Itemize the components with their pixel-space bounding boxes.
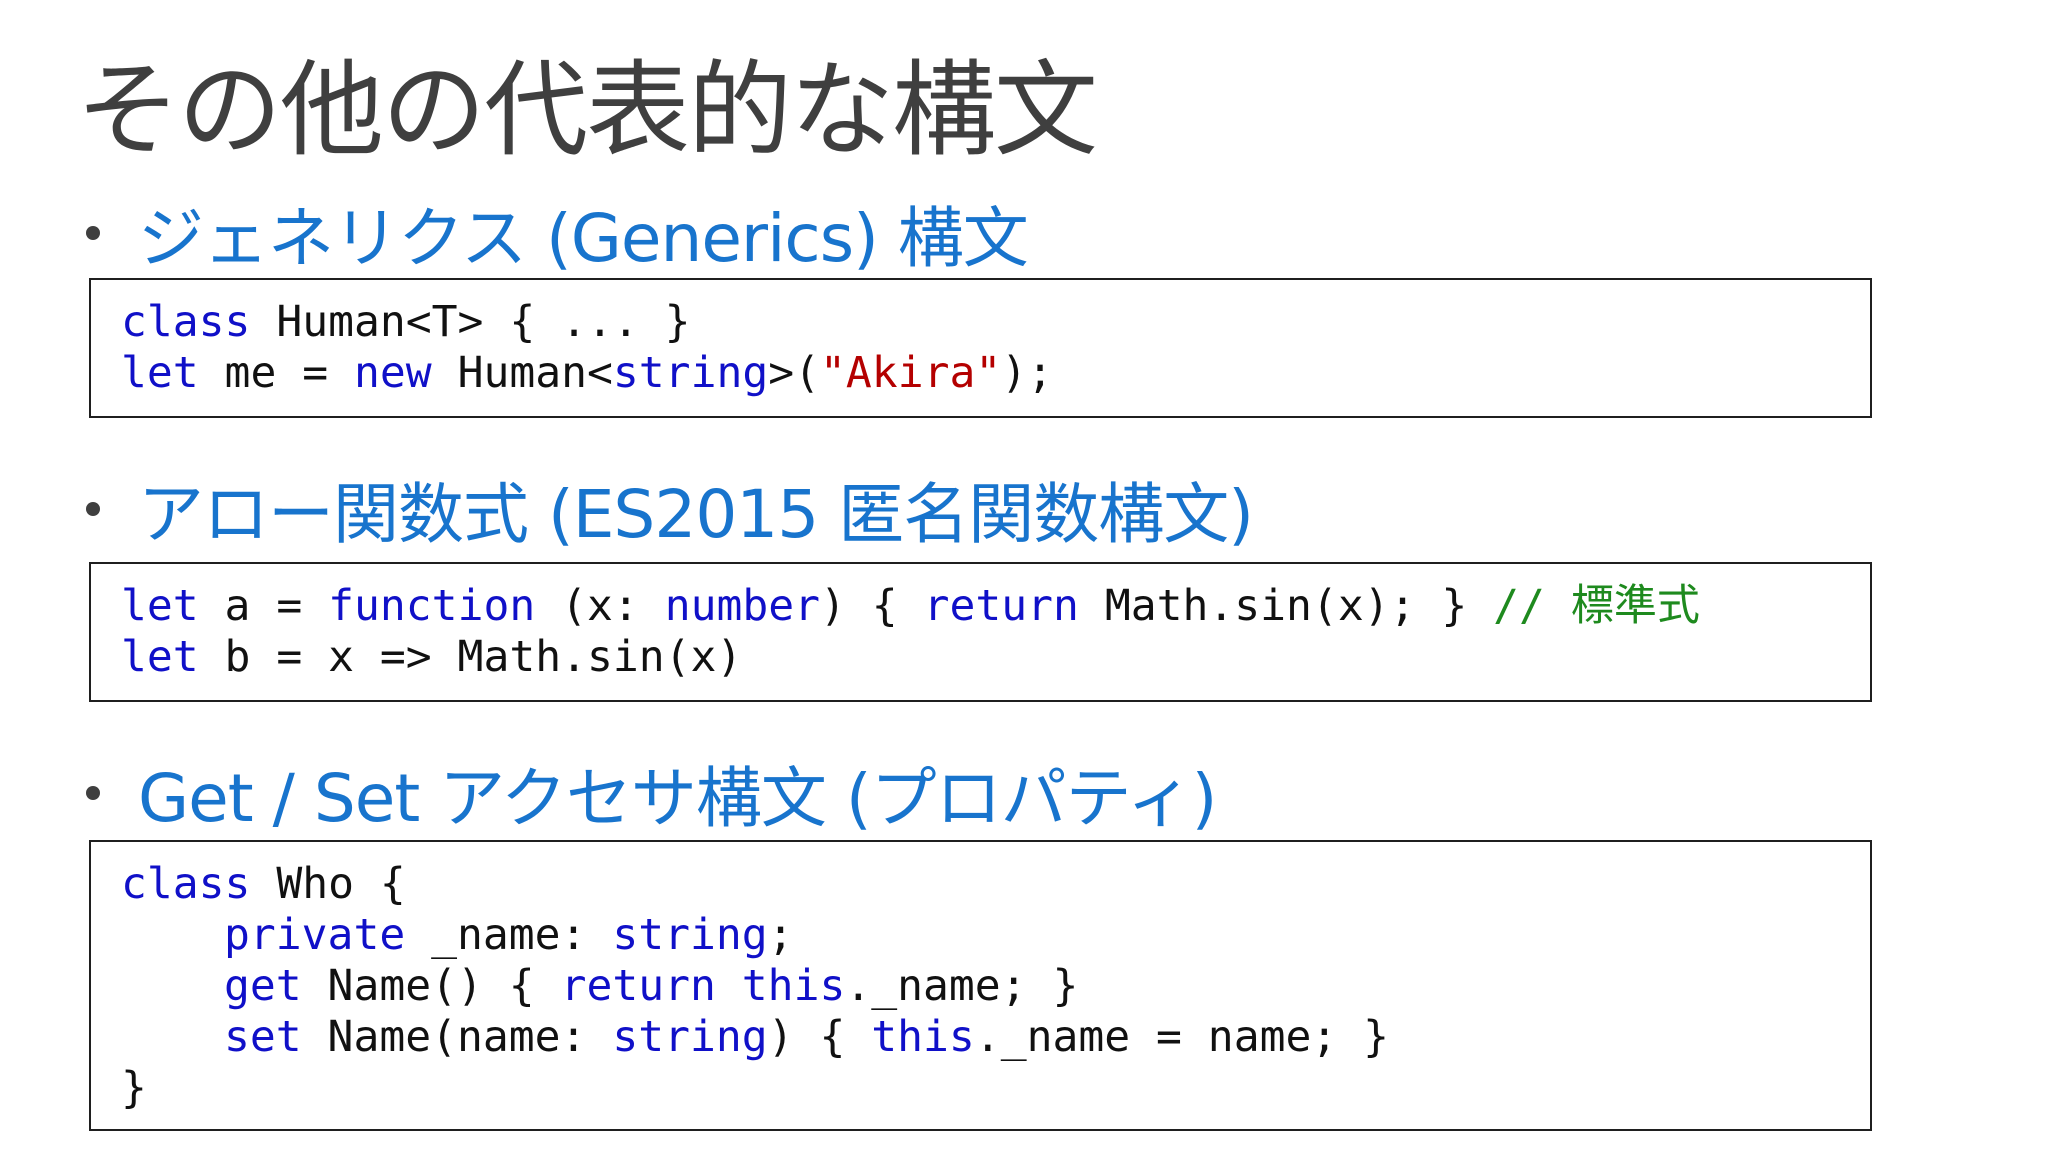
code-block-accessors: class Who {private _name: string; get Nam… [89,840,1872,1131]
code-keyword: string [612,348,769,398]
slide-title: その他の代表的な構文 [76,49,1098,171]
code-line: let a = function (x: number) { return Ma… [121,581,1870,632]
code-keyword: function [328,581,536,631]
code-keyword: string [612,1012,768,1062]
code-text: (x: [535,581,665,631]
code-text: ; [767,910,794,960]
section-heading-text: ジェネリクス (Generics) 構文 [138,200,1029,277]
code-line: } [121,1063,1870,1114]
section-heading-arrow-functions: アロー関数式 (ES2015 匿名関数構文) [86,466,1254,553]
code-line: get Name() { return this._name; } [121,961,1870,1012]
code-keyword: string [612,910,768,960]
code-keyword: let [121,632,199,682]
code-line: let b = x => Math.sin(x) [121,632,1870,683]
code-line: class Human<T> { ... } [121,297,1870,348]
code-text: Name() { [301,961,561,1011]
code-keyword: get [224,961,302,1011]
code-keyword: class [121,859,251,909]
code-keyword: private [224,910,406,960]
code-block-arrow-functions: let a = function (x: number) { return Ma… [89,562,1872,702]
code-text: ) { [767,1012,872,1062]
code-block-generics: class Human<T> { ... } let me = new Human… [89,278,1872,418]
code-text: ); [1001,348,1054,398]
section-heading-text: アロー関数式 (ES2015 匿名関数構文) [138,476,1254,553]
section-heading-text: Get / Set アクセサ構文 (プロパティ) [138,760,1217,837]
code-line: set Name(name: string) { this._name = na… [121,1012,1870,1063]
code-text: Human< [431,348,613,398]
code-text: ._name; } [845,961,1079,1011]
code-line: private _name: string; [121,910,1870,961]
bullet-dot-icon [86,502,100,516]
code-line: let me = new Human<string>("Akira"); [121,348,1870,399]
section-heading-generics: ジェネリクス (Generics) 構文 [86,190,1029,277]
code-text: a = [198,581,329,631]
code-keyword: set [224,1012,302,1062]
code-text: Math.sin(x); } [1078,581,1494,631]
code-text: b = x => Math.sin(x) [198,632,743,682]
code-text: ) { [820,581,924,631]
code-keyword: this [741,961,846,1011]
code-line: class Who { [121,859,1870,910]
code-keyword: return [560,961,716,1011]
code-keyword: this [871,1012,975,1062]
code-comment: // 標準式 [1493,581,1700,631]
code-keyword: class [121,297,251,347]
code-text: >( [768,348,821,398]
section-heading-accessors: Get / Set アクセサ構文 (プロパティ) [86,750,1217,837]
code-keyword: new [354,348,432,398]
code-text: _name: [405,910,613,960]
bullet-dot-icon [86,786,100,800]
code-string: "Akira" [820,348,1002,398]
code-keyword: number [664,581,821,631]
code-text: Who { [250,859,406,909]
code-keyword: let [121,348,199,398]
code-text: me = [198,348,355,398]
code-text: } [121,1063,147,1113]
code-keyword: return [923,581,1079,631]
code-keyword: let [121,581,199,631]
bullet-dot-icon [86,226,100,240]
code-text: ._name = name; } [974,1012,1390,1062]
code-text: Name(name: [301,1012,613,1062]
code-text: Human<T> { ... } [250,297,691,347]
